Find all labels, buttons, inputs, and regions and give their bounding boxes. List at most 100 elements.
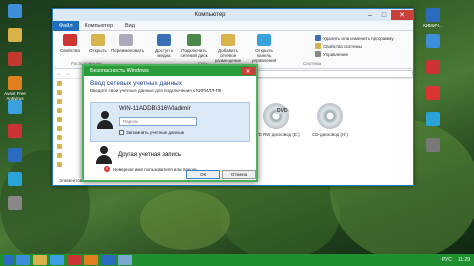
desktop-icon[interactable] bbox=[2, 28, 28, 43]
app-icon bbox=[426, 112, 440, 126]
app-icon bbox=[426, 60, 440, 74]
maximize-button[interactable]: □ bbox=[377, 10, 391, 20]
password-field[interactable] bbox=[119, 117, 197, 126]
ribbon-button[interactable]: Доступ к медиа bbox=[149, 34, 179, 58]
other-account-tile[interactable]: Другая учетная запись bbox=[90, 146, 250, 164]
minimize-button[interactable]: – bbox=[363, 10, 377, 20]
close-button[interactable]: ✕ bbox=[391, 10, 413, 20]
ribbon-button-label: Открыть панель управления bbox=[251, 48, 277, 63]
explorer-titlebar: Компьютер – □ ✕ bbox=[53, 9, 413, 21]
desktop-icon[interactable] bbox=[2, 100, 28, 115]
tab-file[interactable]: Файл bbox=[53, 20, 79, 31]
system-properties-button[interactable]: Свойства системы bbox=[315, 43, 362, 49]
manage-icon bbox=[315, 51, 321, 57]
ribbon-button[interactable]: Открыть bbox=[83, 34, 113, 53]
desktop-icon[interactable] bbox=[2, 172, 28, 187]
selected-account-tile[interactable]: WIN-11ADDB\316\Vladimir Запомнить учетны… bbox=[90, 102, 250, 142]
desktop-icon[interactable] bbox=[420, 86, 446, 101]
taskbar-app-icon[interactable] bbox=[50, 255, 64, 265]
app-icon bbox=[8, 124, 22, 138]
group-system: Система bbox=[303, 61, 322, 66]
dialog-close-button[interactable]: ✕ bbox=[241, 67, 255, 75]
nav-item[interactable] bbox=[53, 79, 84, 88]
ribbon-button[interactable]: Открыть панель управления bbox=[249, 34, 279, 63]
app-icon bbox=[8, 52, 22, 66]
ribbon-button-label: Доступ к медиа bbox=[155, 48, 173, 58]
taskbar: РУС 11:29 bbox=[0, 254, 474, 266]
taskbar-app-icon[interactable] bbox=[33, 255, 47, 265]
folder-icon bbox=[57, 144, 62, 149]
manage-button[interactable]: Управление bbox=[315, 51, 348, 57]
tab-view[interactable]: Вид bbox=[119, 21, 141, 31]
remember-label: Запомнить учетные данные bbox=[126, 130, 185, 135]
back-arrow-icon[interactable]: ← bbox=[57, 71, 62, 77]
desktop-icon[interactable] bbox=[2, 52, 28, 67]
taskbar-app-icon[interactable] bbox=[84, 255, 98, 265]
app-icon bbox=[426, 138, 440, 152]
desktop-icon[interactable] bbox=[420, 34, 446, 49]
start-button[interactable] bbox=[3, 255, 13, 265]
dialog-subtitle: Введите свои учетные данные для подключе… bbox=[90, 88, 222, 93]
taskbar-app-icon[interactable] bbox=[16, 255, 30, 265]
error-message: ✕ Неверное имя пользователя или пароль. bbox=[104, 166, 199, 172]
ribbon-button-icon bbox=[221, 34, 235, 46]
desktop-icon[interactable]: Avast Free Antivirus bbox=[2, 76, 28, 101]
ribbon-button-icon bbox=[187, 34, 201, 46]
remember-credentials[interactable]: Запомнить учетные данные bbox=[119, 130, 184, 135]
desktop-icon[interactable] bbox=[2, 196, 28, 211]
dvd-badge: DVD bbox=[276, 108, 289, 114]
nav-item[interactable] bbox=[53, 160, 84, 169]
system-icon bbox=[315, 43, 321, 49]
folder-icon bbox=[57, 117, 62, 122]
taskbar-app-icon[interactable] bbox=[101, 255, 115, 265]
other-user-icon bbox=[95, 146, 113, 166]
ribbon-button-label: Свойства bbox=[60, 48, 80, 53]
dvd-drive[interactable]: DVD DVD RW дисковод (E:) bbox=[251, 103, 301, 137]
nav-item[interactable] bbox=[53, 142, 84, 151]
taskbar-app-icon[interactable] bbox=[118, 255, 132, 265]
system-tray: РУС 11:29 bbox=[442, 254, 470, 266]
forward-arrow-icon[interactable]: → bbox=[65, 71, 70, 77]
desktop-icon[interactable] bbox=[2, 124, 28, 139]
account-name: WIN-11ADDB\316\Vladimir bbox=[119, 106, 191, 112]
folder-icon bbox=[57, 99, 62, 104]
tab-computer[interactable]: Компьютер bbox=[79, 21, 119, 31]
desktop-icon[interactable] bbox=[2, 4, 28, 19]
cancel-button[interactable]: Отмена bbox=[222, 170, 256, 179]
ribbon-button-icon bbox=[91, 34, 105, 46]
desktop-icon[interactable] bbox=[420, 60, 446, 75]
desktop-icon[interactable] bbox=[420, 112, 446, 127]
user-avatar-icon bbox=[96, 111, 114, 131]
ribbon-button[interactable]: Переименовать bbox=[111, 34, 144, 53]
nav-item[interactable] bbox=[53, 97, 84, 106]
nav-item[interactable] bbox=[53, 115, 84, 124]
nav-item[interactable] bbox=[53, 151, 84, 160]
ribbon-button[interactable]: Подключить сетевой диск bbox=[179, 34, 209, 58]
uninstall-program-button[interactable]: Удалить или изменить программу bbox=[315, 35, 394, 41]
ribbon-button-label: Подключить сетевой диск bbox=[180, 48, 208, 58]
language-indicator[interactable]: РУС bbox=[442, 257, 452, 263]
ribbon-button[interactable]: Свойства bbox=[55, 34, 85, 53]
ribbon-button-label: Переименовать bbox=[111, 48, 144, 53]
desktop-icon[interactable] bbox=[420, 138, 446, 153]
ribbon-button[interactable]: Добавить сетевое размещение bbox=[213, 34, 243, 63]
remember-checkbox[interactable] bbox=[119, 130, 124, 135]
app-icon bbox=[426, 86, 440, 100]
nav-item[interactable] bbox=[53, 124, 84, 133]
desktop-icon[interactable] bbox=[2, 148, 28, 163]
ribbon-tabs: Файл Компьютер Вид bbox=[53, 20, 413, 31]
cd-drive[interactable]: CD-дисковод (H:) bbox=[305, 103, 355, 137]
ribbon-button-icon bbox=[63, 34, 77, 46]
ribbon-button-label: Открыть bbox=[89, 48, 107, 53]
nav-item[interactable] bbox=[53, 106, 84, 115]
taskbar-app-icon[interactable] bbox=[67, 255, 81, 265]
ok-button[interactable]: ОК bbox=[186, 170, 220, 179]
desktop-icon[interactable]: КИМИЧ... bbox=[420, 8, 446, 28]
clock[interactable]: 11:29 bbox=[458, 257, 470, 263]
ribbon-button-icon bbox=[157, 34, 171, 46]
folder-icon bbox=[57, 81, 62, 86]
nav-item[interactable] bbox=[53, 133, 84, 142]
cd-drive-icon bbox=[317, 103, 343, 129]
nav-item[interactable] bbox=[53, 88, 84, 97]
cd-drive-label: CD-дисковод (H:) bbox=[311, 132, 349, 137]
